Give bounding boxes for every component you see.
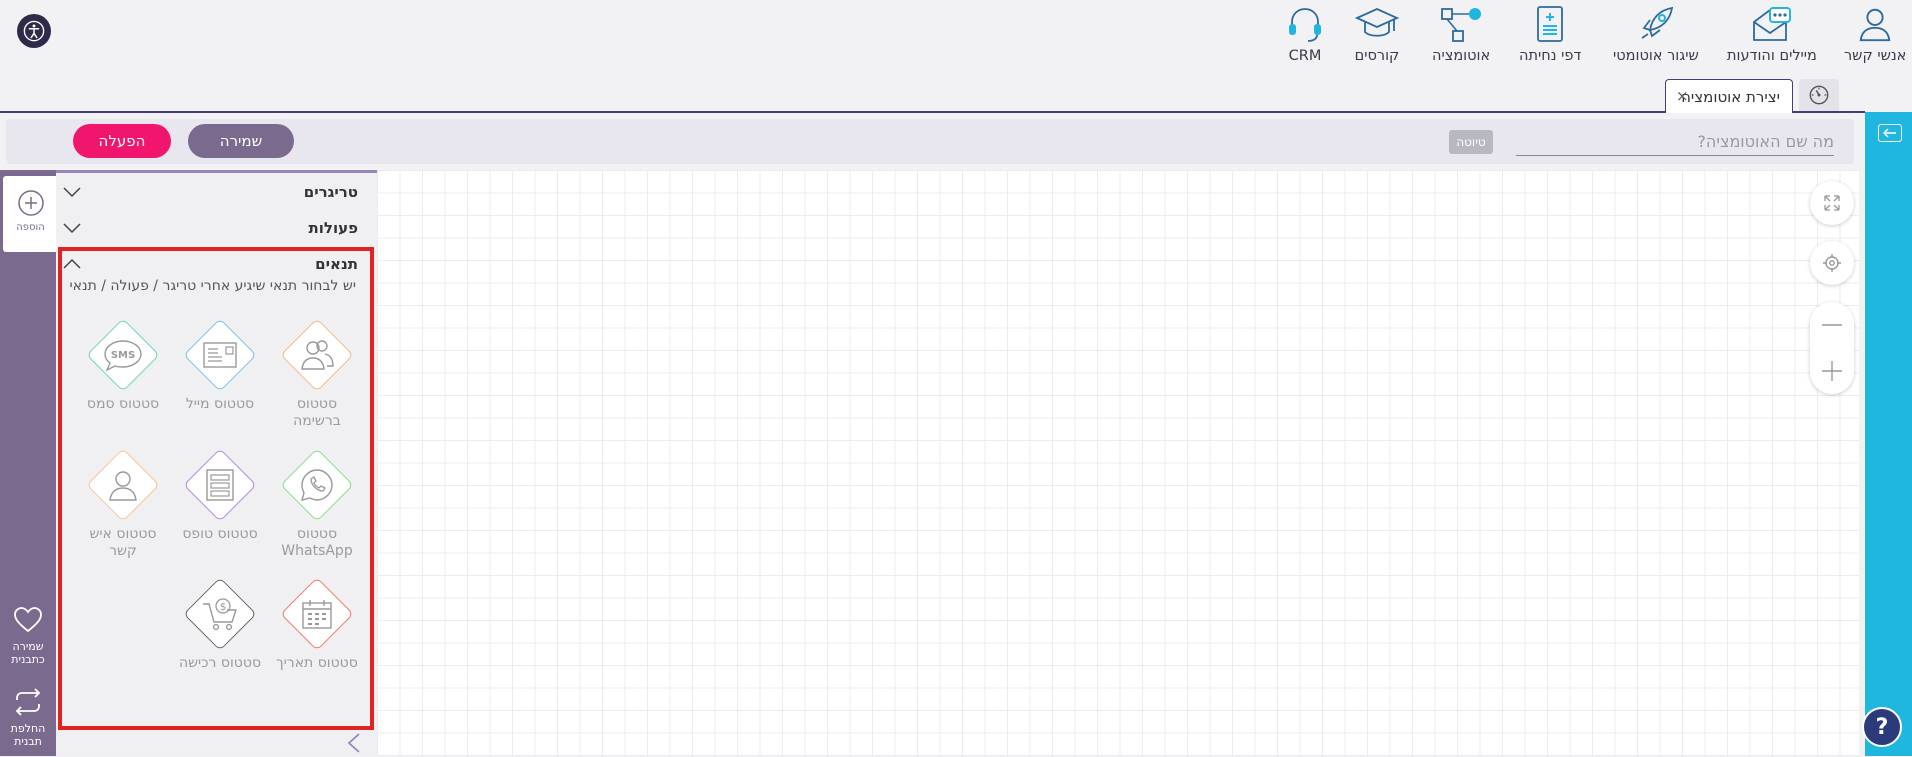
- panel-toggle-button[interactable]: [1878, 124, 1902, 142]
- expand-icon: [1824, 195, 1840, 211]
- heart-icon: [14, 607, 42, 633]
- dashboard-gauge-icon: [1809, 85, 1829, 105]
- tab-dashboard[interactable]: [1799, 79, 1839, 111]
- nav-item-mails[interactable]: מיילים והודעות: [1727, 4, 1817, 64]
- nav-label: שיגור אוטומטי: [1613, 48, 1699, 64]
- tab-bar-divider: [0, 111, 1865, 113]
- contact-status-icon: [109, 471, 137, 501]
- condition-card-purchase-status[interactable]: $ סטטוס רכישה: [177, 577, 263, 672]
- list-status-icon: [301, 340, 334, 370]
- chevron-down-icon: [60, 182, 84, 202]
- left-tool-strip: [0, 170, 56, 756]
- tab-label: יצירת אוטומציה: [1681, 87, 1780, 106]
- right-side-bar: [1865, 112, 1912, 756]
- activate-button[interactable]: הפעלה: [73, 124, 171, 158]
- condition-card-form-status[interactable]: סטטוס טופס: [177, 448, 263, 543]
- add-circle-icon: [17, 190, 44, 216]
- help-button[interactable]: ?: [1862, 707, 1902, 747]
- crosshair-icon: [1823, 254, 1841, 272]
- email-status-icon: [203, 342, 237, 368]
- question-icon: ?: [1875, 714, 1889, 740]
- card-label: סטטוס רכישה: [178, 655, 262, 671]
- zoom-controls: [1810, 302, 1854, 394]
- condition-card-sms-status[interactable]: SMS סטטוס סמס: [80, 318, 166, 413]
- chevron-up-icon: [60, 254, 84, 274]
- condition-card-email-status[interactable]: סטטוס מייל: [177, 318, 263, 413]
- minus-icon: [1822, 324, 1842, 326]
- nav-label: דפי נחיתה: [1519, 48, 1582, 64]
- center-button[interactable]: [1810, 241, 1854, 285]
- arrow-left-icon: [1883, 128, 1896, 138]
- nav-label: קורסים: [1354, 48, 1400, 64]
- card-label: סטטוס איש קשר: [89, 526, 157, 559]
- plus-icon: [1822, 361, 1842, 381]
- save-button[interactable]: שמירה: [188, 124, 294, 158]
- zoom-in-button[interactable]: [1810, 348, 1854, 394]
- form-status-icon: [206, 469, 234, 501]
- nav-label: CRM: [1288, 48, 1322, 64]
- card-label: סטטוס WhatsApp: [281, 526, 353, 559]
- condition-card-list-status[interactable]: סטטוס ברשימה: [274, 318, 360, 430]
- tab-close-button[interactable]: ×: [1676, 87, 1689, 105]
- nav-label: אוטומציה: [1432, 48, 1491, 64]
- svg-text:SMS: SMS: [111, 350, 135, 361]
- repeat-icon: [15, 688, 41, 716]
- condition-card-contact-status[interactable]: סטטוס איש קשר: [80, 448, 166, 560]
- fullscreen-button[interactable]: [1810, 181, 1854, 225]
- card-label: סטטוס ברשימה: [293, 396, 341, 429]
- add-button[interactable]: הוספה: [3, 176, 58, 252]
- section-title: טריגרים: [303, 183, 358, 201]
- nav-item-auto-send[interactable]: שיגור אוטומטי: [1613, 4, 1699, 64]
- conditions-description: יש לבחור תנאי שיגיע אחרי טריגר / פעולה /…: [69, 278, 356, 294]
- accessibility-icon: [23, 20, 45, 42]
- switch-template-button[interactable]: החלפת תבנית: [0, 688, 56, 748]
- zoom-out-button[interactable]: [1810, 302, 1854, 348]
- section-actions-header[interactable]: פעולות: [60, 213, 358, 243]
- collapse-panel-button[interactable]: [347, 733, 361, 757]
- card-label: סטטוס תאריך: [276, 655, 358, 671]
- accessibility-button[interactable]: [17, 14, 51, 48]
- section-triggers-header[interactable]: טריגרים: [60, 177, 358, 207]
- headset-icon: [1280, 4, 1330, 44]
- automation-canvas[interactable]: [377, 170, 1859, 756]
- whatsapp-status-icon: [300, 469, 333, 501]
- graduation-cap-icon: [1352, 4, 1402, 44]
- chevron-down-icon: [60, 218, 84, 238]
- landing-page-icon: [1525, 4, 1575, 44]
- rocket-icon: [1631, 4, 1681, 44]
- chevron-left-icon: [347, 733, 360, 753]
- nav-item-courses[interactable]: קורסים: [1352, 4, 1402, 64]
- automation-icon: [1436, 4, 1486, 44]
- nav-item-contacts[interactable]: אנשי קשר: [1844, 4, 1906, 64]
- save-as-template-button[interactable]: שמירה כתבנית: [0, 606, 56, 666]
- switch-template-label: החלפת תבנית: [10, 722, 46, 748]
- card-label: סטטוס סמס: [86, 396, 160, 412]
- automation-name-input[interactable]: [1516, 128, 1834, 156]
- svg-text:$: $: [220, 602, 226, 613]
- person-icon: [1850, 4, 1900, 44]
- mail-chat-icon: [1747, 4, 1797, 44]
- nav-item-landing-pages[interactable]: דפי נחיתה: [1519, 4, 1581, 64]
- section-conditions-header[interactable]: תנאים: [60, 249, 358, 279]
- nav-label: אנשי קשר: [1844, 48, 1907, 64]
- tab-create-automation[interactable]: × יצירת אוטומציה: [1665, 79, 1793, 113]
- top-navigation: אנשי קשר מיילים והודעות שיגור אוטומטי דפ…: [0, 0, 1912, 88]
- nav-label: מיילים והודעות: [1727, 48, 1817, 64]
- condition-card-whatsapp-status[interactable]: סטטוס WhatsApp: [274, 448, 360, 560]
- purchase-status-icon: $: [203, 598, 237, 631]
- sms-status-icon: SMS: [104, 340, 142, 372]
- condition-card-date-status[interactable]: סטטוס תאריך: [274, 577, 360, 672]
- draft-badge: טיוטה: [1449, 130, 1493, 154]
- card-label: סטטוס טופס: [182, 526, 258, 542]
- date-status-icon: [302, 600, 332, 629]
- save-template-label: שמירה כתבנית: [11, 640, 45, 666]
- section-title: תנאים: [315, 255, 358, 273]
- nav-item-automation[interactable]: אוטומציה: [1432, 4, 1490, 64]
- add-label: הוספה: [16, 222, 45, 233]
- section-title: פעולות: [308, 219, 358, 237]
- card-label: סטטוס מייל: [185, 396, 255, 412]
- nav-item-crm[interactable]: CRM: [1280, 4, 1330, 64]
